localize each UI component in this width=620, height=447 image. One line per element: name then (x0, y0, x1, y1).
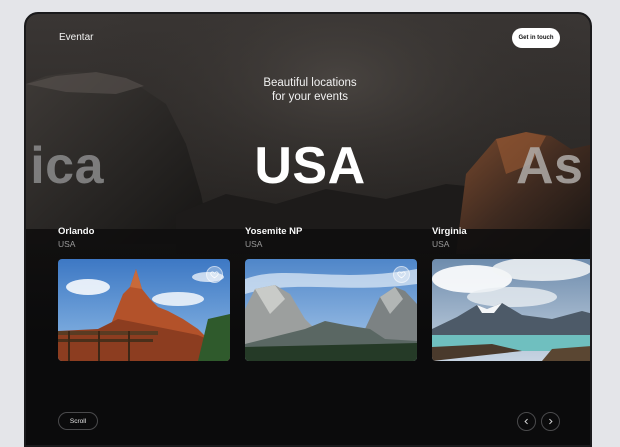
chevron-right-icon (549, 418, 553, 425)
current-region-title: USA (254, 137, 366, 195)
card-city: Yosemite NP (245, 226, 303, 237)
card-photo[interactable] (245, 259, 417, 361)
card-country: USA (432, 239, 450, 249)
get-in-touch-button[interactable]: Get in touch (512, 28, 560, 48)
next-region-title[interactable]: As (516, 138, 590, 194)
favorite-button[interactable] (206, 266, 223, 283)
next-arrow-button[interactable] (541, 412, 560, 431)
card-country: USA (58, 239, 76, 249)
prev-arrow-button[interactable] (517, 412, 536, 431)
chevron-left-icon (524, 418, 528, 425)
card-photo[interactable] (432, 259, 590, 361)
tagline-line-2: for your events (271, 91, 349, 103)
card-city: Orlando (58, 226, 95, 237)
location-card-yosemite[interactable]: Yosemite NP USA (245, 226, 417, 361)
app-window: Eventar Get in touch Beautiful locations… (24, 12, 592, 447)
heart-icon (210, 271, 219, 279)
card-photo[interactable] (58, 259, 230, 361)
tagline-line-1: Beautiful locations (263, 77, 357, 89)
brand-logo[interactable]: Eventar (59, 32, 93, 43)
location-card-orlando[interactable]: Orlando USA (58, 226, 230, 361)
scroll-button[interactable]: Scroll (58, 412, 98, 430)
hero-tagline: Beautiful locations for your events (210, 76, 410, 104)
favorite-button[interactable] (393, 266, 410, 283)
heart-icon (397, 271, 406, 279)
card-city: Virginia (432, 226, 467, 237)
prev-region-title[interactable]: ica (26, 138, 104, 194)
location-card-virginia[interactable]: Virginia USA (432, 226, 590, 361)
card-country: USA (245, 239, 263, 249)
